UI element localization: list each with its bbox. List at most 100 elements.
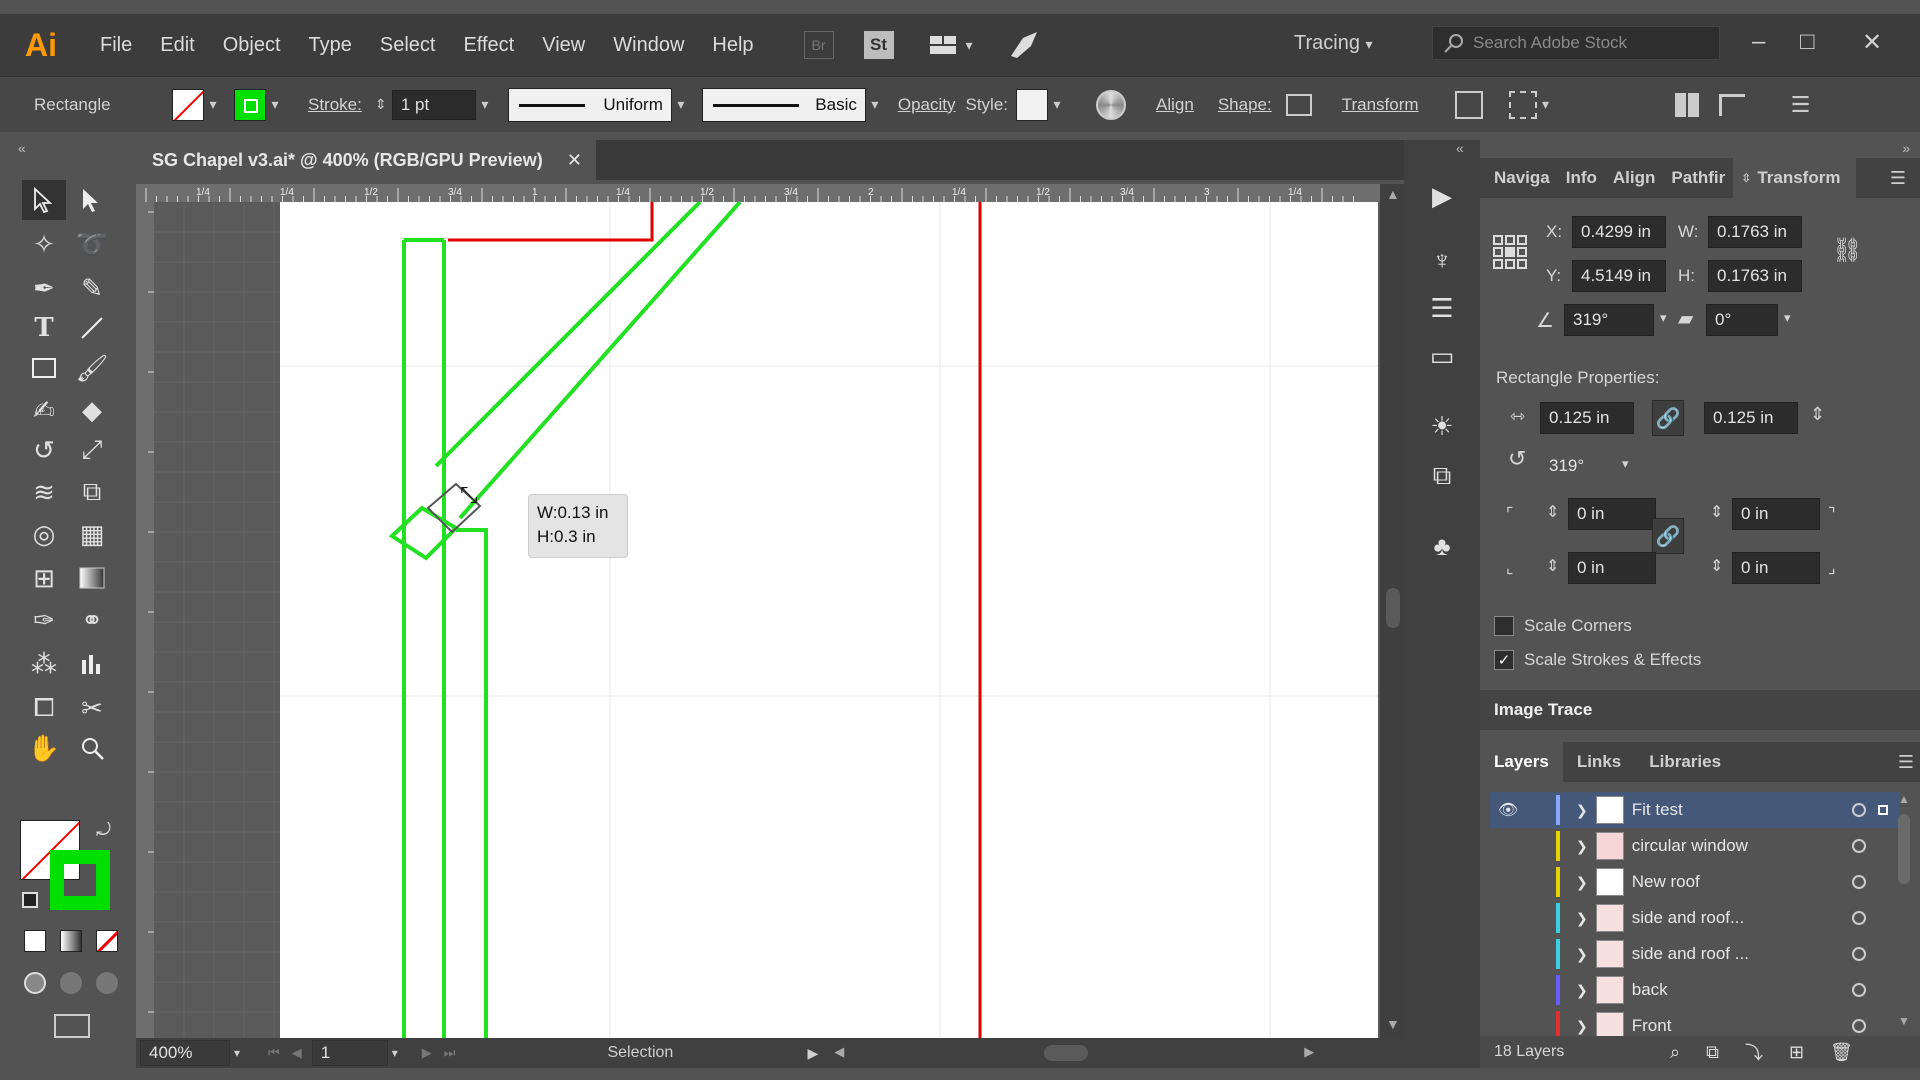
- perspective-grid-icon[interactable]: ▦: [70, 514, 114, 554]
- layer-target-icon[interactable]: [1852, 947, 1866, 961]
- height-input[interactable]: 0.1763 in: [1708, 260, 1802, 292]
- link-dimensions-icon[interactable]: 🔗: [1652, 400, 1684, 436]
- panel-collapse-icon[interactable]: «: [18, 140, 26, 156]
- reference-point-icon[interactable]: [1492, 234, 1528, 270]
- opacity-label[interactable]: Opacity: [898, 95, 956, 115]
- rect-width-input[interactable]: 0.125 in: [1540, 402, 1634, 434]
- stepper-icon[interactable]: ⇕: [1546, 556, 1559, 576]
- brush-definition[interactable]: Basic: [701, 87, 866, 122]
- menu-edit[interactable]: Edit: [146, 34, 208, 57]
- selection-indicator[interactable]: [1878, 805, 1888, 815]
- line-tool-icon[interactable]: [70, 308, 114, 348]
- shape-properties-icon[interactable]: [1285, 93, 1312, 116]
- scroll-down-icon[interactable]: ▼: [1386, 1016, 1400, 1032]
- zoom-level-field[interactable]: 400%: [140, 1040, 230, 1066]
- rotate-tool-icon[interactable]: ↺: [22, 430, 66, 470]
- align-label[interactable]: Align: [1156, 95, 1194, 115]
- gpu-performance-icon[interactable]: [1007, 28, 1041, 62]
- mesh-tool-icon[interactable]: ⊞: [22, 558, 66, 598]
- graphic-style-swatch[interactable]: [1016, 88, 1049, 121]
- eyedropper-icon[interactable]: ✑: [22, 600, 66, 640]
- paintbrush-icon[interactable]: 🖌: [70, 348, 114, 388]
- pen-tool-icon[interactable]: ✒: [22, 268, 66, 308]
- layer-row[interactable]: ❯ New roof: [1490, 864, 1900, 900]
- stepper-icon[interactable]: ⇕: [372, 90, 390, 120]
- chevron-down-icon[interactable]: ▾: [1784, 310, 1791, 326]
- isolate-group-icon[interactable]: [1454, 90, 1483, 119]
- layer-target-icon[interactable]: [1852, 983, 1866, 997]
- artboard[interactable]: ⤡ W:0.13 in H:0.3 in: [280, 200, 1378, 1038]
- width-input[interactable]: 0.1763 in: [1708, 216, 1802, 248]
- tab-libraries[interactable]: Libraries: [1635, 752, 1735, 772]
- maximize-button[interactable]: □: [1800, 28, 1815, 56]
- swap-fill-stroke-icon[interactable]: ⤾: [96, 820, 111, 841]
- scroll-left-icon[interactable]: ◀: [834, 1044, 844, 1060]
- shaper-tool-icon[interactable]: ✍: [22, 390, 66, 430]
- locate-object-icon[interactable]: ⌕: [1670, 1042, 1680, 1063]
- scroll-up-icon[interactable]: ▲: [1898, 792, 1910, 806]
- hand-tool-icon[interactable]: ✋: [22, 728, 66, 768]
- layer-target-icon[interactable]: [1852, 911, 1866, 925]
- constrain-proportions-icon[interactable]: ⛓: [1832, 236, 1862, 265]
- draw-normal-icon[interactable]: [24, 972, 46, 994]
- layer-row[interactable]: ❯ side and roof...: [1490, 900, 1900, 936]
- status-menu-icon[interactable]: ▶: [807, 1045, 818, 1062]
- shape-builder-icon[interactable]: ◎: [22, 514, 66, 554]
- y-position-input[interactable]: 4.5149 in: [1572, 260, 1666, 292]
- gradient-panel-icon[interactable]: ▭: [1426, 340, 1458, 372]
- rect-rotate-input[interactable]: 319°: [1540, 450, 1634, 482]
- tab-transform[interactable]: ⇳ Transform: [1733, 158, 1857, 198]
- next-artboard-icon[interactable]: ▶: [422, 1045, 432, 1061]
- panel-menu-icon[interactable]: ☰: [1898, 752, 1914, 773]
- horizontal-scrollbar[interactable]: ◀ ▶: [834, 1043, 1314, 1063]
- scroll-down-icon[interactable]: ▼: [1898, 1014, 1910, 1028]
- stroke-label[interactable]: Stroke:: [308, 95, 362, 115]
- menu-window[interactable]: Window: [599, 34, 698, 57]
- symbols-panel-icon[interactable]: ♣: [1426, 530, 1458, 562]
- expand-icon[interactable]: ❯: [1576, 838, 1588, 855]
- selection-tool-icon[interactable]: [22, 180, 66, 220]
- column-graph-icon[interactable]: [70, 644, 114, 684]
- stock-button[interactable]: St: [863, 31, 894, 59]
- expand-icon[interactable]: ❯: [1576, 1018, 1588, 1035]
- image-trace-panel-header[interactable]: Image Trace: [1480, 690, 1920, 730]
- tab-links[interactable]: Links: [1563, 752, 1635, 772]
- corner-bottom-right-input[interactable]: 0 in: [1732, 552, 1820, 584]
- default-fill-stroke-icon[interactable]: [22, 892, 38, 908]
- chevron-down-icon[interactable]: ▾: [234, 1046, 240, 1060]
- type-tool-icon[interactable]: T: [22, 308, 66, 348]
- make-clipping-mask-icon[interactable]: ⧉: [1706, 1042, 1719, 1063]
- panel-menu-icon[interactable]: ☰: [1882, 168, 1914, 189]
- scroll-right-icon[interactable]: ▶: [1304, 1044, 1314, 1060]
- panel-collapse-icon[interactable]: »: [1902, 140, 1910, 156]
- layer-target-icon[interactable]: [1852, 839, 1866, 853]
- align-options-icon[interactable]: [1718, 93, 1745, 116]
- chevron-down-icon[interactable]: ▾: [966, 37, 973, 54]
- stroke-panel-icon[interactable]: ☰: [1426, 292, 1458, 324]
- chevron-down-icon[interactable]: ▾: [476, 90, 494, 120]
- gradient-mode-icon[interactable]: [60, 930, 82, 952]
- expand-icon[interactable]: ❯: [1576, 802, 1588, 819]
- expand-icon[interactable]: ❯: [1576, 874, 1588, 891]
- artboard-number-field[interactable]: 1: [311, 1040, 388, 1066]
- expand-icon[interactable]: ❯: [1576, 910, 1588, 927]
- minimize-button[interactable]: –: [1752, 28, 1765, 56]
- arrange-documents-icon[interactable]: [928, 33, 962, 57]
- horizontal-scroll-thumb[interactable]: [1044, 1045, 1089, 1061]
- create-sublayer-icon[interactable]: ⤵: [1745, 1039, 1763, 1065]
- scale-strokes-checkbox[interactable]: ✓: [1494, 650, 1514, 670]
- stepper-icon[interactable]: ⇕: [1710, 556, 1723, 576]
- panel-collapse-icon[interactable]: «: [1456, 140, 1464, 156]
- fill-swatch[interactable]: [172, 88, 204, 121]
- blend-tool-icon[interactable]: ⚭: [70, 600, 114, 640]
- artboard-tool-icon[interactable]: ⧠: [22, 688, 66, 728]
- menu-view[interactable]: View: [528, 34, 599, 57]
- chevron-down-icon[interactable]: ▾: [1660, 310, 1667, 326]
- rect-height-input[interactable]: 0.125 in: [1704, 402, 1798, 434]
- vertical-ruler[interactable]: [136, 202, 154, 1038]
- transparency-panel-icon[interactable]: ⧉: [1426, 460, 1458, 492]
- panel-menu-icon[interactable]: ☰: [1791, 92, 1811, 118]
- scrollbar-thumb[interactable]: [1898, 814, 1910, 884]
- menu-effect[interactable]: Effect: [449, 34, 528, 57]
- arrange-icon[interactable]: [1674, 92, 1699, 117]
